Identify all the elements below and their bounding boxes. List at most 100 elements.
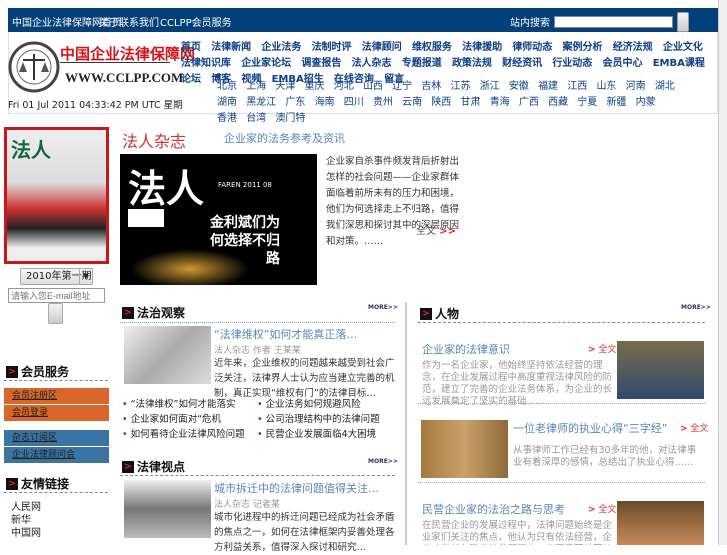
region-item[interactable]: 浙江 [480, 81, 500, 92]
menu-register[interactable]: 会员注册区 [4, 388, 109, 404]
issue-select[interactable]: 2010年第一期 ▼ [20, 268, 93, 285]
top-link-member[interactable]: CCLPP会员服务 [160, 14, 232, 29]
region-item[interactable]: 天津 [275, 81, 295, 92]
region-item[interactable]: 山西 [363, 81, 383, 92]
nav-item[interactable]: 企业文化 [663, 42, 703, 53]
region-item[interactable]: 宁夏 [577, 97, 597, 108]
menu-login[interactable]: 会员登录 [4, 405, 109, 421]
menu-subscribe[interactable]: 杂志订阅区 [4, 430, 109, 446]
feature-more-link[interactable]: 全文 >> [416, 222, 456, 237]
region-item[interactable]: 甘肃 [461, 97, 481, 108]
region-item[interactable]: 江苏 [451, 81, 471, 92]
region-item[interactable]: 上海 [246, 81, 266, 92]
region-item[interactable]: 海南 [315, 97, 335, 108]
region-item[interactable]: 河北 [334, 81, 354, 92]
region-item[interactable]: 内蒙 [636, 97, 656, 108]
full-text-link[interactable]: > 全文 [588, 502, 616, 515]
region-item[interactable]: 台湾 [246, 113, 266, 124]
link-item[interactable]: 新华 [11, 514, 41, 527]
article-title[interactable]: 城市拆迁中的法律问题值得关注… [214, 480, 379, 496]
nav-item[interactable]: 财经资讯 [502, 58, 542, 69]
nav-item[interactable]: 专题报道 [402, 58, 442, 69]
nav-item[interactable]: 法制时评 [312, 42, 352, 53]
nav-item[interactable]: 律师动态 [512, 42, 552, 53]
nav-item[interactable]: 维权服务 [412, 42, 452, 53]
nav-item[interactable]: 企业家论坛 [241, 58, 291, 69]
region-item[interactable]: 西藏 [548, 97, 568, 108]
list-item[interactable]: 民营企业发展面临4大困境 [257, 426, 377, 440]
article-image[interactable] [124, 480, 211, 538]
region-item[interactable]: 重庆 [305, 81, 325, 92]
list-item[interactable]: 如何看待企业法律风险问题 [122, 426, 245, 440]
search-button[interactable] [677, 12, 689, 32]
region-item[interactable]: 安徽 [509, 81, 529, 92]
magazine-cover[interactable]: 法人 [4, 127, 109, 264]
region-item[interactable]: 黑龙江 [246, 97, 276, 108]
region-item[interactable]: 辽宁 [392, 81, 412, 92]
region-item[interactable]: 陕西 [431, 97, 451, 108]
region-item[interactable]: 河南 [626, 81, 646, 92]
list-item[interactable]: 企业家如何面对“危机 [122, 411, 221, 425]
region-item[interactable]: 香港 [217, 113, 237, 124]
email-input[interactable] [8, 288, 105, 303]
nav-item[interactable]: 调查报告 [301, 58, 341, 69]
region-item[interactable]: 澳门特 [275, 113, 305, 124]
region-item[interactable]: 北京 [217, 81, 237, 92]
region-item[interactable]: 吉林 [421, 81, 441, 92]
more-link[interactable]: MORE>> [681, 304, 711, 311]
feature-subtitle[interactable]: 企业家的法务参考及资讯 [224, 130, 345, 146]
region-item[interactable]: 山东 [596, 81, 616, 92]
nav-item[interactable]: 首页 [181, 42, 201, 53]
region-item[interactable]: 福建 [538, 81, 558, 92]
nav-item[interactable]: EMBA课程 [653, 58, 705, 69]
region-item[interactable]: 广西 [519, 97, 539, 108]
nav-item[interactable]: 企业法务 [261, 42, 301, 53]
region-item[interactable]: 青海 [490, 97, 510, 108]
list-item[interactable]: “法律维权”如何才能落实 [122, 396, 236, 410]
region-item[interactable]: 新疆 [606, 97, 626, 108]
menu-advisor[interactable]: 企业法律顾问会 [4, 447, 109, 463]
nav-item[interactable]: 论坛 [181, 74, 201, 85]
full-text-link[interactable]: > 全文 [588, 342, 616, 355]
nav-item[interactable]: 经济法规 [613, 42, 653, 53]
feature-image[interactable]: 法人 FAREN 2011 08 金利斌们为何选择不归路 [120, 154, 317, 285]
region-item[interactable]: 湖北 [655, 81, 675, 92]
nav-item[interactable]: 法律援助 [462, 42, 502, 53]
full-text-link[interactable]: > 全文 [680, 421, 708, 434]
link-item[interactable]: 人民网 [11, 501, 41, 514]
nav-item[interactable]: 法律新闻 [211, 42, 251, 53]
link-item[interactable]: 中国网 [11, 527, 41, 540]
region-item[interactable]: 四川 [344, 97, 364, 108]
logo[interactable]: 中国企业法律保障网 WWW.CCLPP.COM [8, 38, 195, 96]
list-item[interactable]: 公司治理结构中的法律问题 [257, 411, 380, 425]
scrollbar[interactable] [718, 0, 727, 545]
region-item[interactable]: 广东 [285, 97, 305, 108]
top-link-about[interactable]: 关于 [99, 14, 119, 29]
region-item[interactable]: 江西 [567, 81, 587, 92]
person-photo[interactable] [421, 420, 508, 478]
nav-item[interactable]: 政策法规 [452, 58, 492, 69]
region-item[interactable]: 湖南 [217, 97, 237, 108]
nav-item[interactable]: 行业动态 [552, 58, 592, 69]
subscribe-button[interactable] [48, 303, 63, 324]
more-link[interactable]: MORE>> [368, 304, 398, 311]
region-item[interactable]: 云南 [402, 97, 422, 108]
chevron-down-icon: ▼ [79, 269, 92, 284]
nav-item[interactable]: 法律知识库 [181, 58, 231, 69]
nav-item[interactable]: 会员中心 [603, 58, 643, 69]
nav-item[interactable]: 法律顾问 [362, 42, 402, 53]
article-title[interactable]: “法律维权”如何才能真正落… [214, 326, 357, 342]
person-photo[interactable] [617, 341, 704, 399]
nav-item[interactable]: 案例分析 [563, 42, 603, 53]
person-title[interactable]: 一位老律师的执业心得“三字经” [513, 420, 667, 436]
list-item[interactable]: 企业法务如何规避风险 [257, 396, 361, 410]
region-item[interactable]: 贵州 [373, 97, 393, 108]
article-image[interactable] [124, 326, 211, 384]
top-link-contact[interactable]: 联系我们 [119, 14, 159, 29]
person-title[interactable]: 企业家的法律意识 [422, 341, 510, 357]
person-title[interactable]: 民营企业家的法治之路与思考 [422, 501, 565, 517]
nav-item[interactable]: 法人杂志 [352, 58, 392, 69]
search-input[interactable] [554, 16, 673, 28]
person-photo[interactable] [617, 501, 704, 545]
more-link[interactable]: MORE>> [368, 458, 398, 465]
